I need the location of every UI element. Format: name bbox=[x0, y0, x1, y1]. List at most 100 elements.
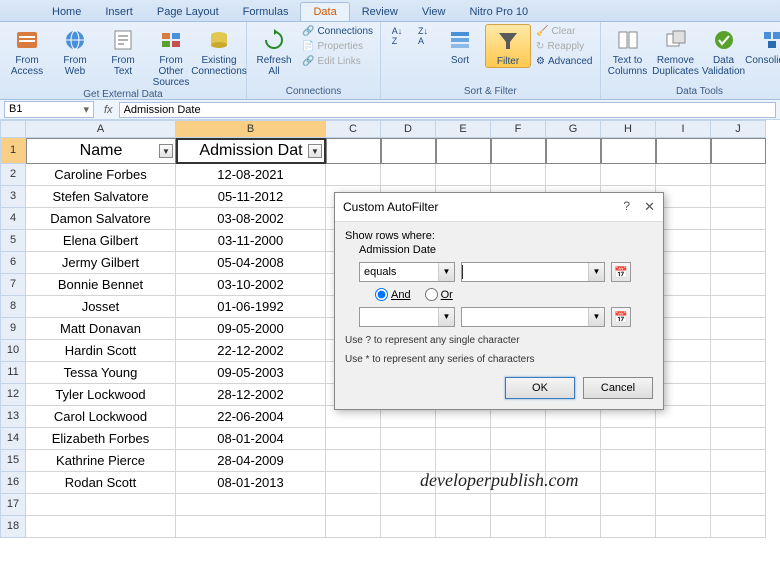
cell[interactable] bbox=[711, 252, 766, 274]
existing-connections-button[interactable]: Existing Connections bbox=[196, 24, 242, 77]
cell[interactable]: Jermy Gilbert bbox=[26, 252, 176, 274]
cell[interactable] bbox=[436, 450, 491, 472]
cell[interactable] bbox=[711, 494, 766, 516]
cell[interactable] bbox=[711, 362, 766, 384]
cell[interactable]: Josset bbox=[26, 296, 176, 318]
cell[interactable] bbox=[601, 428, 656, 450]
cell[interactable]: Hardin Scott bbox=[26, 340, 176, 362]
cell[interactable] bbox=[711, 186, 766, 208]
cell[interactable] bbox=[711, 516, 766, 538]
refresh-all-button[interactable]: Refresh All bbox=[251, 24, 297, 77]
cell[interactable] bbox=[711, 472, 766, 494]
row-header[interactable]: 6 bbox=[0, 252, 26, 274]
row-header[interactable]: 12 bbox=[0, 384, 26, 406]
cell[interactable] bbox=[326, 138, 381, 164]
operator1-combo[interactable]: equals▼ bbox=[359, 262, 455, 282]
cell[interactable] bbox=[381, 516, 436, 538]
from-text-button[interactable]: From Text bbox=[100, 24, 146, 77]
from-web-button[interactable]: From Web bbox=[52, 24, 98, 77]
cell[interactable] bbox=[491, 138, 546, 164]
cell[interactable] bbox=[491, 164, 546, 186]
connections-button[interactable]: 🔗Connections bbox=[299, 24, 376, 39]
cell[interactable]: Carol Lockwood bbox=[26, 406, 176, 428]
cell[interactable] bbox=[656, 230, 711, 252]
cell[interactable] bbox=[711, 164, 766, 186]
row-header[interactable]: 17 bbox=[0, 494, 26, 516]
cell[interactable] bbox=[711, 138, 766, 164]
cell[interactable] bbox=[491, 450, 546, 472]
cell[interactable] bbox=[656, 208, 711, 230]
edit-links-button[interactable]: 🔗Edit Links bbox=[299, 54, 376, 69]
filter-button[interactable]: Filter bbox=[485, 24, 531, 68]
cell[interactable] bbox=[601, 164, 656, 186]
cell[interactable]: Caroline Forbes bbox=[26, 164, 176, 186]
name-box[interactable]: B1▾ bbox=[4, 101, 94, 118]
cell[interactable]: 05-11-2012 bbox=[176, 186, 326, 208]
cell[interactable] bbox=[381, 450, 436, 472]
cell[interactable] bbox=[711, 318, 766, 340]
tab-data[interactable]: Data bbox=[300, 2, 349, 21]
cell[interactable] bbox=[176, 494, 326, 516]
cell[interactable] bbox=[711, 384, 766, 406]
cell[interactable] bbox=[436, 516, 491, 538]
cell[interactable] bbox=[656, 138, 711, 164]
cell[interactable] bbox=[656, 296, 711, 318]
select-all-corner[interactable] bbox=[0, 120, 26, 138]
or-radio[interactable]: Or bbox=[425, 288, 453, 301]
row-header[interactable]: 3 bbox=[0, 186, 26, 208]
cell[interactable] bbox=[656, 450, 711, 472]
cell[interactable] bbox=[656, 406, 711, 428]
filter-dropdown-button[interactable]: ▼ bbox=[159, 144, 173, 158]
cell[interactable] bbox=[436, 138, 491, 164]
cell[interactable] bbox=[546, 450, 601, 472]
col-header-f[interactable]: F bbox=[491, 120, 546, 138]
row-header[interactable]: 8 bbox=[0, 296, 26, 318]
date-picker1-button[interactable]: 📅 bbox=[611, 262, 631, 282]
cell[interactable] bbox=[546, 428, 601, 450]
header-cell-name[interactable]: Name▼ bbox=[26, 138, 176, 164]
row-header[interactable]: 5 bbox=[0, 230, 26, 252]
cell[interactable]: 05-04-2008 bbox=[176, 252, 326, 274]
cell[interactable]: 03-10-2002 bbox=[176, 274, 326, 296]
close-button[interactable]: ✕ bbox=[644, 199, 655, 215]
cell[interactable] bbox=[711, 274, 766, 296]
from-access-button[interactable]: From Access bbox=[4, 24, 50, 77]
operator2-combo[interactable]: ▼ bbox=[359, 307, 455, 327]
fx-icon[interactable]: fx bbox=[98, 104, 119, 116]
cell[interactable]: 28-04-2009 bbox=[176, 450, 326, 472]
value2-combo[interactable]: ▼ bbox=[461, 307, 605, 327]
cell[interactable] bbox=[656, 362, 711, 384]
col-header-d[interactable]: D bbox=[381, 120, 436, 138]
cell[interactable] bbox=[656, 186, 711, 208]
cell[interactable] bbox=[656, 252, 711, 274]
cell[interactable] bbox=[26, 494, 176, 516]
cell[interactable] bbox=[491, 494, 546, 516]
data-validation-button[interactable]: Data Validation bbox=[701, 24, 747, 77]
cell[interactable] bbox=[711, 340, 766, 362]
cell[interactable]: 03-08-2002 bbox=[176, 208, 326, 230]
properties-button[interactable]: 📄Properties bbox=[299, 39, 376, 54]
cell[interactable]: 12-08-2021 bbox=[176, 164, 326, 186]
cell[interactable] bbox=[326, 516, 381, 538]
cell[interactable] bbox=[711, 230, 766, 252]
cell[interactable]: 22-06-2004 bbox=[176, 406, 326, 428]
cell[interactable] bbox=[381, 138, 436, 164]
help-button[interactable]: ? bbox=[623, 199, 630, 215]
cell[interactable]: 08-01-2013 bbox=[176, 472, 326, 494]
cell[interactable]: Tessa Young bbox=[26, 362, 176, 384]
cell[interactable] bbox=[26, 516, 176, 538]
cell[interactable] bbox=[601, 472, 656, 494]
cell[interactable] bbox=[546, 138, 601, 164]
cell[interactable]: 01-06-1992 bbox=[176, 296, 326, 318]
cell[interactable]: 28-12-2002 bbox=[176, 384, 326, 406]
col-header-c[interactable]: C bbox=[326, 120, 381, 138]
cell[interactable] bbox=[436, 428, 491, 450]
cell[interactable] bbox=[546, 164, 601, 186]
cell[interactable]: Tyler Lockwood bbox=[26, 384, 176, 406]
clear-button[interactable]: 🧹Clear bbox=[533, 24, 595, 39]
row-header[interactable]: 18 bbox=[0, 516, 26, 538]
row-header[interactable]: 11 bbox=[0, 362, 26, 384]
sort-button[interactable]: Sort bbox=[437, 24, 483, 66]
cell[interactable] bbox=[326, 494, 381, 516]
text-to-columns-button[interactable]: Text to Columns bbox=[605, 24, 651, 77]
